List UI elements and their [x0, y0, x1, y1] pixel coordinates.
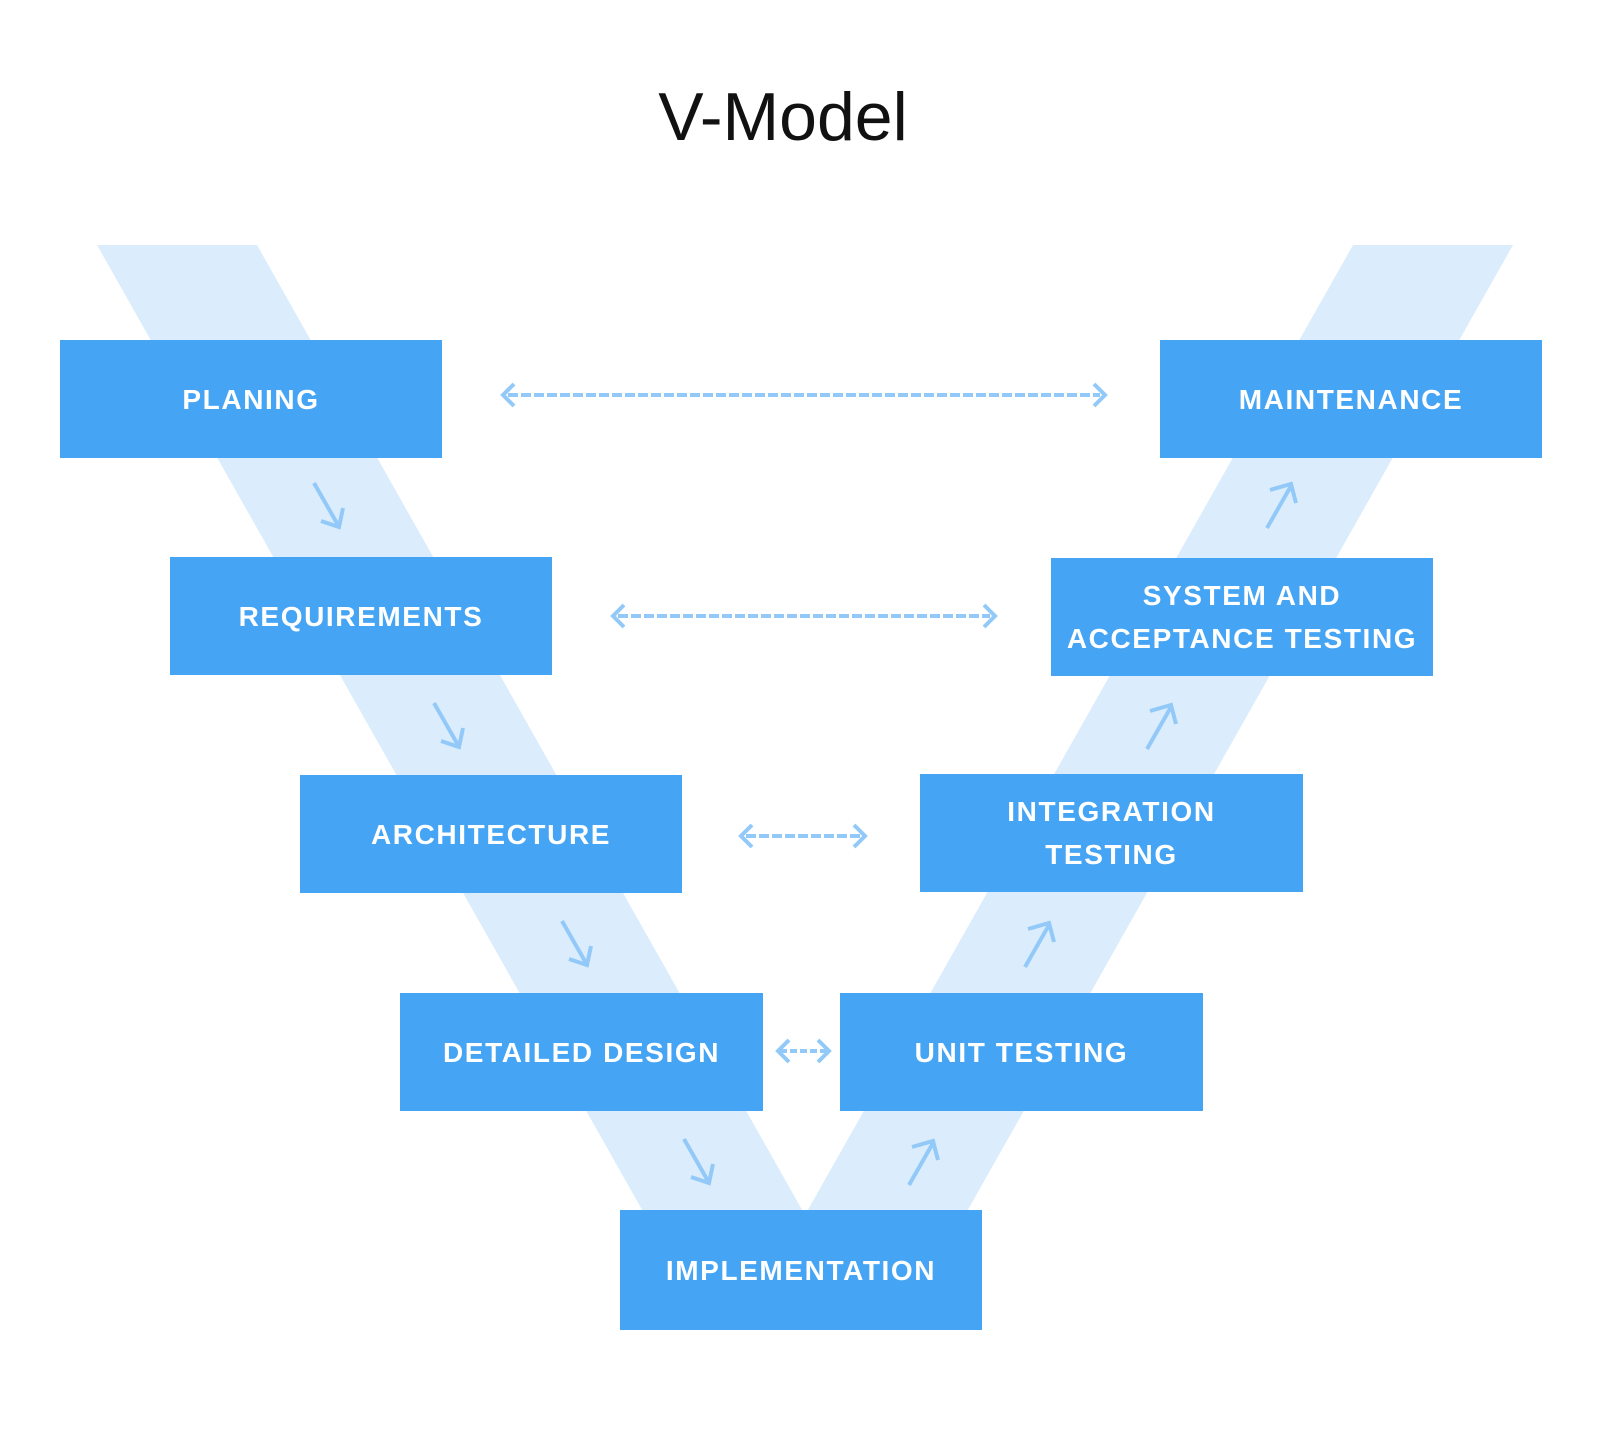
phase-detailed-design: DETAILED DESIGN — [400, 993, 763, 1111]
phase-unit-testing: UNIT TESTING — [840, 993, 1203, 1111]
phase-planning: PLANING — [60, 340, 442, 458]
phase-requirements: REQUIREMENTS — [170, 557, 552, 675]
link-requirements-system-testing — [610, 603, 998, 629]
phase-maintenance: MAINTENANCE — [1160, 340, 1542, 458]
link-design-unit-testing — [775, 1038, 832, 1064]
phase-system-acceptance-testing: SYSTEM AND ACCEPTANCE TESTING — [1051, 558, 1433, 676]
link-architecture-integration — [738, 823, 868, 849]
link-planning-maintenance — [500, 382, 1108, 408]
phase-implementation: IMPLEMENTATION — [620, 1210, 982, 1330]
phase-architecture: ARCHITECTURE — [300, 775, 682, 893]
phase-integration-testing: INTEGRATION TESTING — [920, 774, 1303, 892]
